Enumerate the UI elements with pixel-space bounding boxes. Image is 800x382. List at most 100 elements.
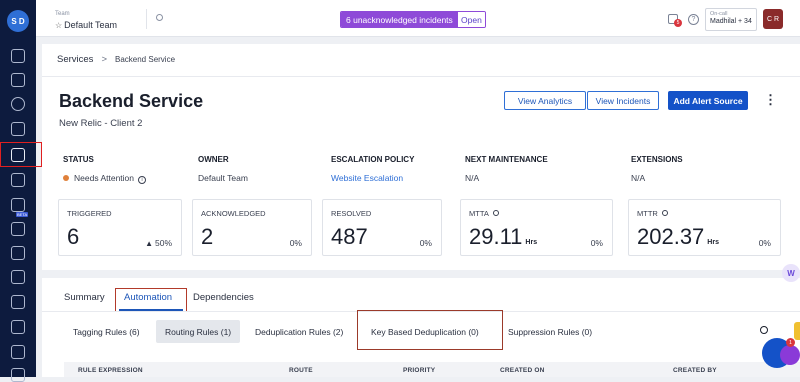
column-created-by: CREATED BY <box>673 367 717 374</box>
team-selector[interactable]: ☆ Default Team <box>55 20 117 30</box>
tab-summary[interactable]: Summary <box>64 292 105 303</box>
unacknowledged-incidents-banner[interactable]: 6 unacknowledged incidents Open <box>340 11 486 28</box>
star-icon: ☆ <box>55 21 63 30</box>
gift-badge: 5 <box>674 19 682 27</box>
schedules-icon[interactable] <box>11 198 25 212</box>
acknowledged-stat-card[interactable]: ACKNOWLEDGED 2 0% <box>192 199 312 256</box>
extensions-heading: EXTENSIONS <box>631 155 683 164</box>
clock-icon <box>661 210 668 216</box>
more-options-icon[interactable]: ⋮ <box>764 93 777 107</box>
column-rule-expression: RULE EXPRESSION <box>78 367 143 374</box>
search-icon[interactable] <box>156 14 163 21</box>
dashboard-icon[interactable] <box>11 49 25 63</box>
extensions-value: N/A <box>631 173 646 183</box>
help-icon[interactable]: ? <box>688 14 699 25</box>
breadcrumb-separator: > <box>101 54 107 65</box>
status-text: Needs Attention <box>74 173 135 183</box>
stat-change-value: 50% <box>154 238 172 248</box>
stat-unit: Hrs <box>707 239 719 246</box>
clock-icon <box>492 210 499 216</box>
profile-avatar[interactable]: C R <box>763 9 783 29</box>
subtab-tagging-rules[interactable]: Tagging Rules (6) <box>64 320 149 343</box>
tab-dependencies[interactable]: Dependencies <box>193 292 254 303</box>
breadcrumb-current: Backend Service <box>115 55 176 64</box>
column-priority: PRIORITY <box>403 367 436 374</box>
assistant-launcher[interactable]: W <box>782 264 800 282</box>
status-dot-icon <box>63 175 69 181</box>
oncall-widget[interactable]: On-call Madhilal + 34 <box>705 8 757 31</box>
view-analytics-button[interactable]: View Analytics <box>504 91 586 110</box>
docs-book-icon[interactable] <box>11 345 25 359</box>
automation-card: Summary Automation Dependencies Tagging … <box>42 278 800 377</box>
stat-change: 0% <box>289 238 302 248</box>
oncall-icon[interactable] <box>11 97 25 111</box>
service-details-card: Services > Backend Service Backend Service… <box>42 44 800 270</box>
status-heading: STATUS <box>63 155 94 164</box>
escalation-policy-link[interactable]: Website Escalation <box>331 173 403 183</box>
page-subtitle: New Relic - Client 2 <box>59 118 143 129</box>
resolved-stat-card[interactable]: RESOLVED 487 0% <box>322 199 442 256</box>
beta-badge: BETA <box>16 212 29 217</box>
subtab-routing-rules[interactable]: Routing Rules (1) <box>156 320 241 343</box>
document-icon[interactable] <box>11 270 25 284</box>
mtta-stat-card[interactable]: MTTA 29.11 Hrs 0% <box>460 199 613 256</box>
stat-value: 6 <box>67 224 80 249</box>
stat-change: 0% <box>590 238 603 248</box>
key-dedup-highlight <box>357 310 503 350</box>
open-incidents-button[interactable]: Open <box>457 12 485 27</box>
edit-icon[interactable] <box>11 122 25 136</box>
stat-label-text: MTTA <box>469 209 489 218</box>
divider <box>146 9 147 29</box>
services-highlight <box>0 142 42 167</box>
stat-label: TRIGGERED <box>67 209 112 218</box>
maintenance-value: N/A <box>465 173 480 183</box>
incidents-count-text: 6 unacknowledged incidents <box>341 12 458 27</box>
user-avatar[interactable]: S D <box>7 10 29 32</box>
calendar-icon[interactable] <box>11 173 25 187</box>
team-label: Team <box>55 11 70 17</box>
stat-label: MTTR <box>637 209 668 218</box>
settings-icon[interactable] <box>11 368 25 382</box>
sidebar: S D BETA <box>0 0 42 382</box>
stat-change: ▲ 50% <box>145 238 172 248</box>
breadcrumb: Services > Backend Service <box>57 54 175 65</box>
stat-value-number: 202.37 <box>637 224 705 249</box>
stat-label-text: MTTR <box>637 209 658 218</box>
subtab-deduplication-rules[interactable]: Deduplication Rules (2) <box>246 320 352 343</box>
chat-assistant-icon[interactable] <box>780 345 800 365</box>
info-icon[interactable]: i <box>138 176 147 184</box>
team-value: Default Team <box>64 20 118 30</box>
oncall-value: Madhilal + 34 <box>710 18 752 25</box>
stat-value: 29.11 Hrs <box>469 224 537 250</box>
stat-value: 2 <box>201 224 214 249</box>
breadcrumb-services[interactable]: Services <box>57 54 93 65</box>
incidents-icon[interactable] <box>11 73 25 87</box>
reports-icon[interactable] <box>11 246 25 260</box>
escalation-heading: ESCALATION POLICY <box>331 155 415 164</box>
triggered-stat-card[interactable]: TRIGGERED 6 ▲ 50% <box>58 199 182 256</box>
oncall-label: On-call <box>710 11 728 17</box>
analytics-icon[interactable] <box>11 320 25 334</box>
status-value: Needs Attention i <box>63 173 147 184</box>
search-icon[interactable] <box>760 326 768 334</box>
owner-heading: OWNER <box>198 155 229 164</box>
stat-value: 202.37 Hrs <box>637 224 719 250</box>
status-page-icon[interactable] <box>11 295 25 309</box>
top-bar: Team ☆ Default Team 6 unacknowledged inci… <box>36 0 800 37</box>
add-alert-source-button[interactable]: Add Alert Source <box>668 91 748 110</box>
divider <box>42 76 800 77</box>
stat-label: RESOLVED <box>331 209 372 218</box>
column-route: ROUTE <box>289 367 313 374</box>
stat-change: 0% <box>758 238 771 248</box>
maintenance-heading: NEXT MAINTENANCE <box>465 155 548 164</box>
feedback-tab[interactable] <box>794 322 800 340</box>
subtab-suppression-rules[interactable]: Suppression Rules (0) <box>499 320 601 343</box>
mttr-stat-card[interactable]: MTTR 202.37 Hrs 0% <box>628 199 781 256</box>
owner-value: Default Team <box>198 173 248 183</box>
clipboard-icon[interactable] <box>11 222 25 236</box>
stat-label: ACKNOWLEDGED <box>201 209 266 218</box>
page-title: Backend Service <box>59 91 204 111</box>
stat-value-number: 29.11 <box>469 224 523 249</box>
view-incidents-button[interactable]: View Incidents <box>587 91 659 110</box>
chat-notification-badge: 1 <box>786 338 795 347</box>
